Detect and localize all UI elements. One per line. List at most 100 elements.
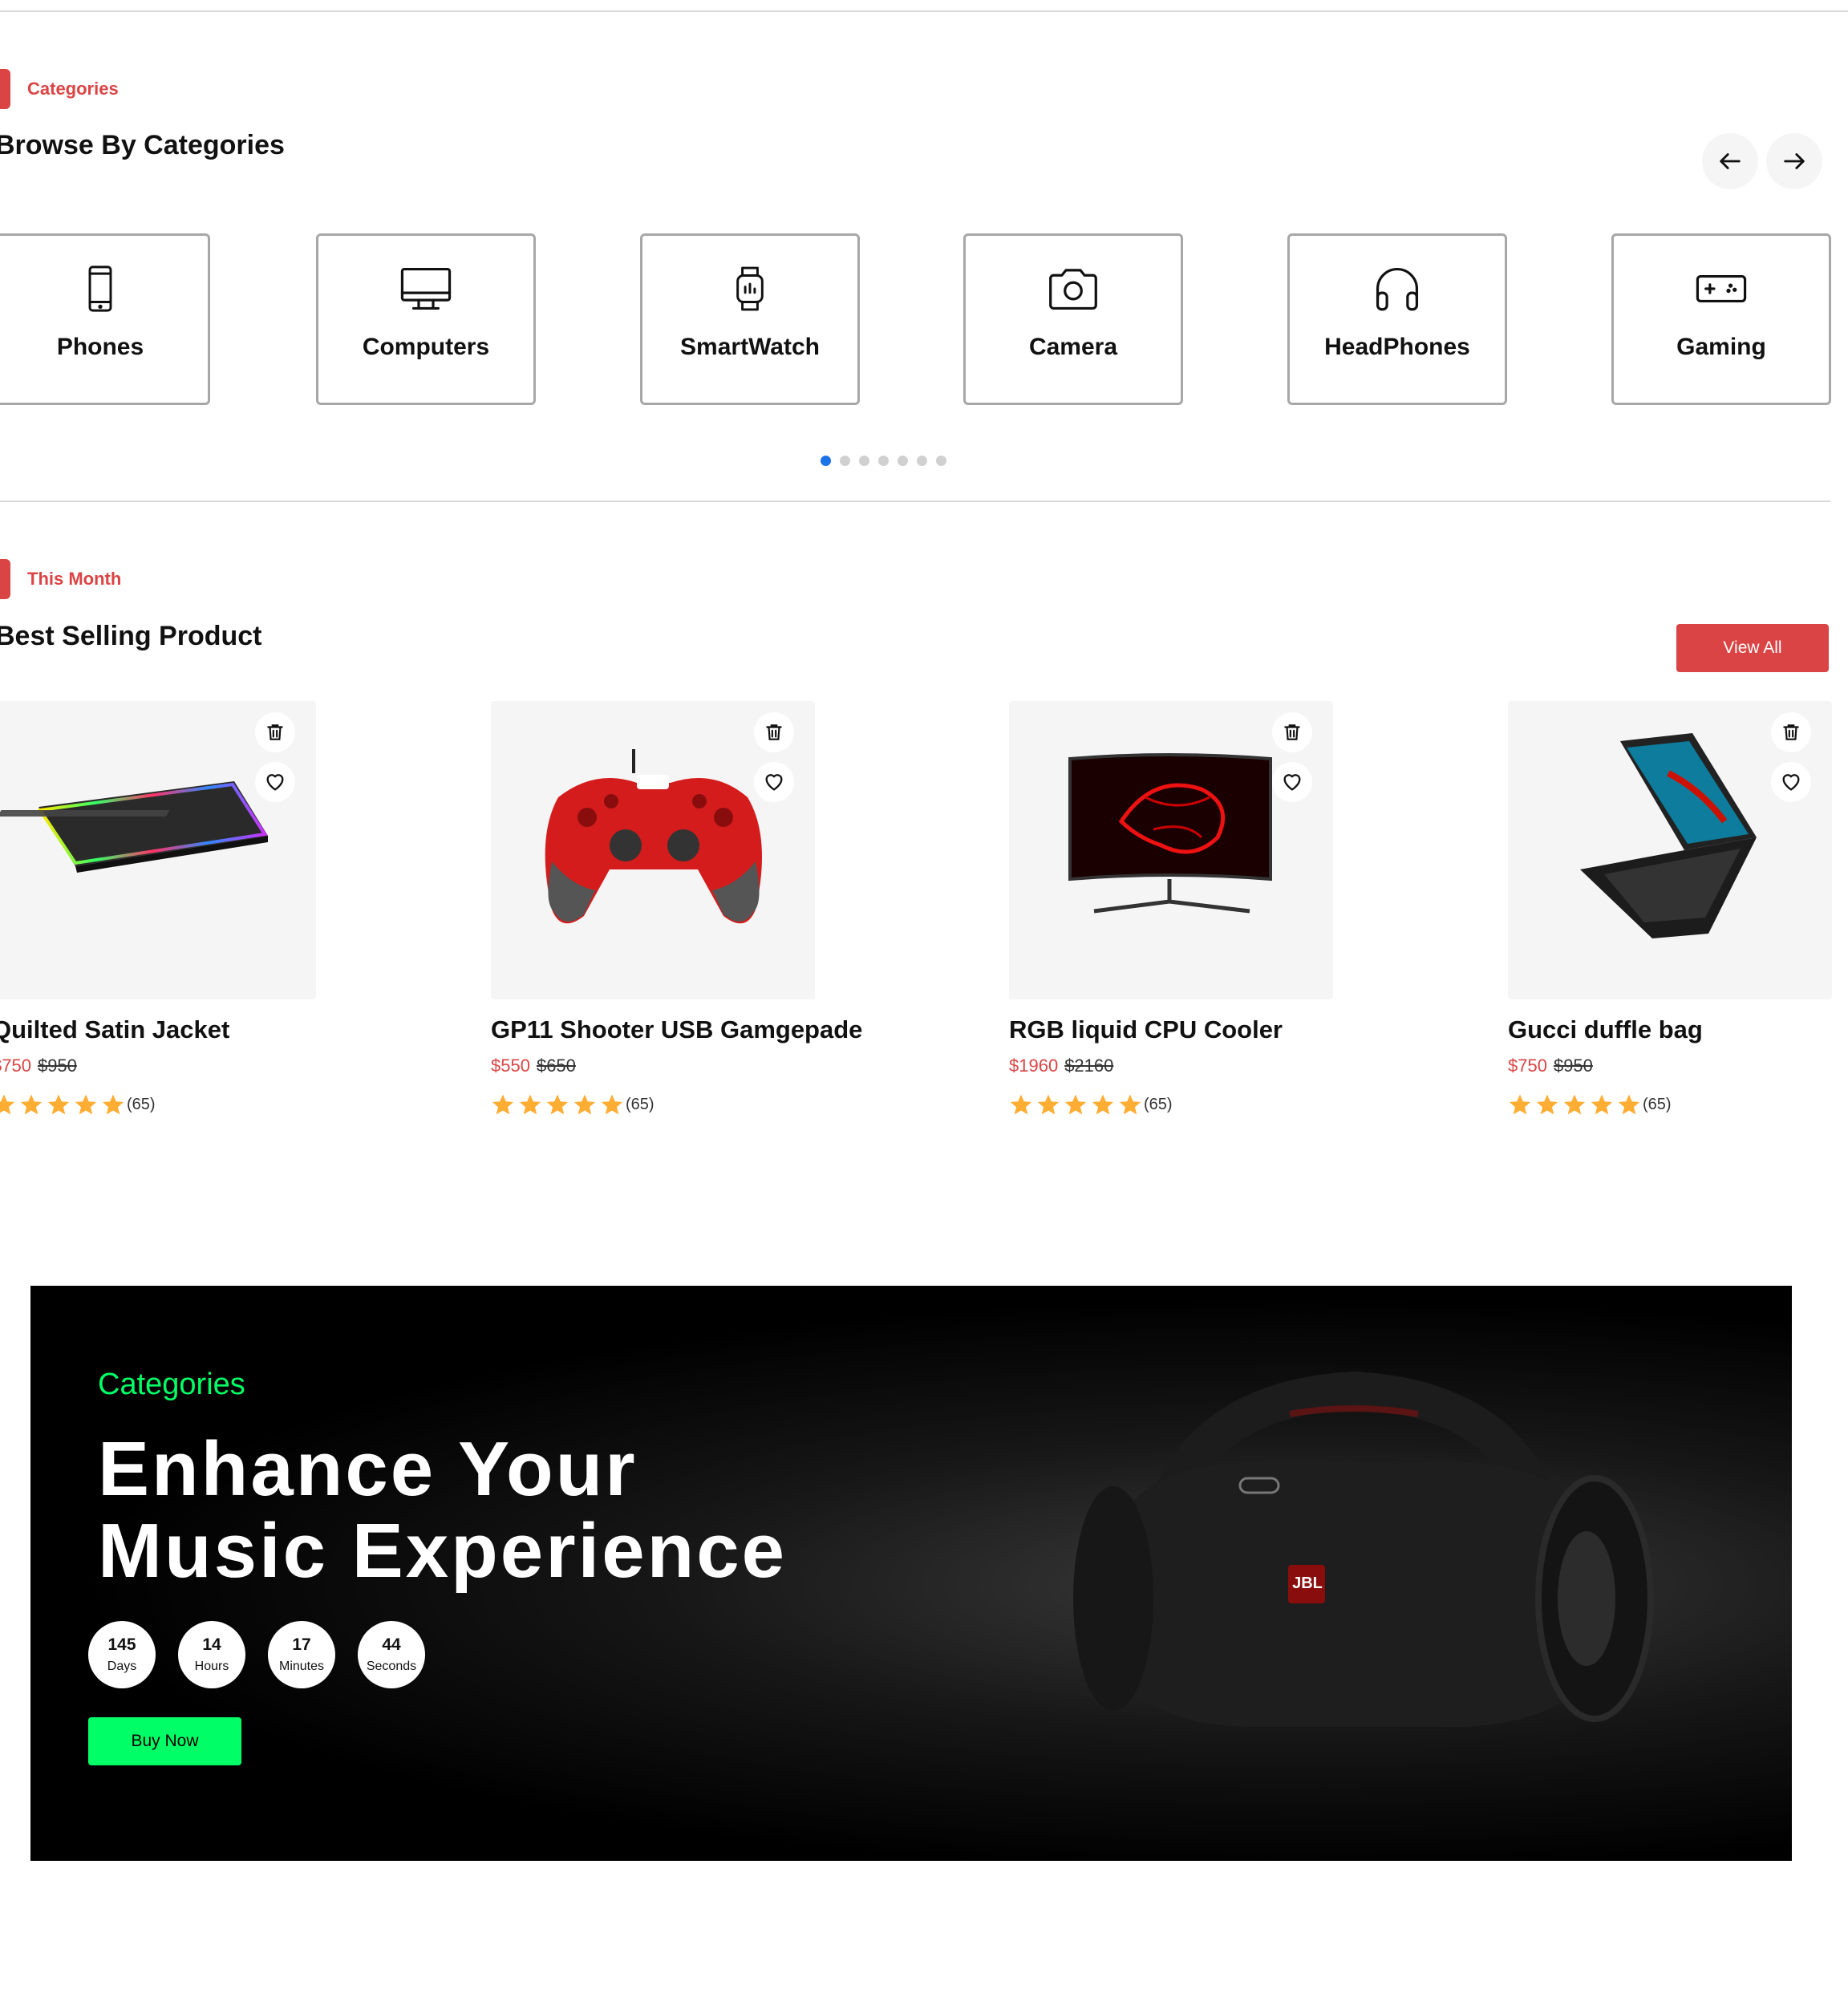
star-rating	[1508, 1092, 1641, 1116]
category-card-headphones[interactable]: HeadPhones	[1287, 233, 1507, 405]
countdown-hours: 14 Hours	[178, 1621, 245, 1688]
this-month-tag-bar	[0, 559, 10, 599]
wishlist-button[interactable]	[1272, 762, 1312, 802]
star-icon	[1037, 1094, 1060, 1115]
pagination-dot[interactable]	[917, 456, 927, 466]
pagination-dot[interactable]	[878, 456, 889, 466]
category-card-phones[interactable]: Phones	[0, 233, 210, 405]
categories-tag: Categories	[27, 79, 119, 99]
star-rating	[491, 1092, 624, 1116]
product-price: $750 $950	[0, 1056, 77, 1076]
wishlist-button[interactable]	[754, 762, 794, 802]
current-price: $750	[0, 1056, 31, 1076]
best-selling-title: Best Selling Product	[0, 621, 262, 651]
wishlist-button[interactable]	[255, 762, 295, 802]
categories-title: Browse By Categories	[0, 130, 285, 160]
trash-icon	[267, 724, 283, 740]
product-rating: (65)	[491, 1092, 654, 1116]
old-price: $2160	[1064, 1056, 1114, 1076]
delete-button[interactable]	[1272, 712, 1312, 752]
review-count: (65)	[1144, 1095, 1173, 1113]
countdown-value: 44	[382, 1635, 401, 1654]
product-price: $1960 $2160	[1009, 1056, 1113, 1076]
product-card[interactable]: Gucci duffle bag $750 $950 (65)	[1508, 701, 1832, 1115]
old-price: $950	[1553, 1056, 1593, 1076]
product-rating: (65)	[1508, 1092, 1672, 1116]
product-card[interactable]: RGB liquid CPU Cooler $1960 $2160 (65)	[1009, 701, 1333, 1115]
headphones-icon	[1376, 268, 1419, 311]
trash-icon	[1783, 724, 1799, 740]
category-card-smartwatch[interactable]: SmartWatch	[640, 233, 860, 405]
star-icon	[1064, 1094, 1087, 1115]
old-price: $950	[37, 1056, 77, 1076]
product-price: $550 $650	[491, 1056, 576, 1076]
section-divider	[0, 500, 1830, 502]
speaker-image	[1073, 1371, 1654, 1727]
delete-button[interactable]	[255, 712, 295, 752]
product-card[interactable]: GP11 Shooter USB Gamgepade $550 $650 (65)	[491, 701, 862, 1115]
banner-tag: Categories	[98, 1368, 245, 1401]
pagination-dot[interactable]	[898, 456, 908, 466]
view-all-button[interactable]: View All	[1676, 624, 1829, 672]
gamepad-icon	[1696, 274, 1747, 303]
pagination-dot[interactable]	[859, 456, 869, 466]
star-icon	[47, 1094, 70, 1115]
current-price: $1960	[1009, 1056, 1059, 1076]
delete-button[interactable]	[754, 712, 794, 752]
star-icon	[102, 1094, 124, 1115]
computer-icon	[400, 267, 452, 310]
next-arrow-button[interactable]	[1766, 133, 1822, 189]
buy-now-button[interactable]: Buy Now	[88, 1717, 241, 1765]
product-image-area	[1009, 701, 1333, 999]
pagination-dot[interactable]	[936, 456, 946, 466]
this-month-tag: This Month	[27, 569, 122, 589]
product-card[interactable]: Quilted Satin Jacket $750 $950 (65)	[0, 701, 316, 1115]
countdown-value: 14	[202, 1635, 221, 1654]
category-card-computers[interactable]: Computers	[316, 233, 536, 405]
wishlist-button[interactable]	[1771, 762, 1811, 802]
banner-headline-line: Enhance Your	[98, 1426, 638, 1512]
star-icon	[1618, 1094, 1640, 1115]
product-name: RGB liquid CPU Cooler	[1009, 1015, 1283, 1044]
pagination-dot[interactable]	[821, 456, 831, 466]
star-rating	[0, 1092, 125, 1116]
category-card-camera[interactable]: Camera	[963, 233, 1183, 405]
star-icon	[1536, 1094, 1558, 1115]
pagination-dot[interactable]	[840, 456, 850, 466]
current-price: $550	[491, 1056, 530, 1076]
review-count: (65)	[1643, 1095, 1672, 1113]
countdown-days: 145 Days	[88, 1621, 156, 1688]
star-icon	[20, 1094, 43, 1115]
star-icon	[601, 1094, 623, 1115]
countdown-value: 145	[107, 1635, 136, 1654]
banner-headline-line: Music Experience	[98, 1508, 788, 1594]
delete-button[interactable]	[1771, 712, 1811, 752]
prev-arrow-button[interactable]	[1702, 133, 1758, 189]
heart-icon	[765, 774, 783, 791]
product-rating: (65)	[1009, 1092, 1173, 1116]
countdown-label: Seconds	[366, 1660, 417, 1673]
product-image-area	[0, 701, 316, 999]
star-icon	[1119, 1094, 1141, 1115]
product-name: Gucci duffle bag	[1508, 1015, 1703, 1044]
category-label: HeadPhones	[1324, 334, 1470, 360]
category-card-gaming[interactable]: Gaming	[1611, 233, 1831, 405]
product-name: Quilted Satin Jacket	[0, 1015, 230, 1044]
trash-icon	[1284, 724, 1300, 740]
review-count: (65)	[127, 1095, 156, 1113]
star-icon	[1092, 1094, 1114, 1115]
countdown-timer: 145 Days 14 Hours 17 Minutes 44 Seconds	[88, 1621, 425, 1688]
countdown-label: Hours	[194, 1660, 229, 1673]
star-icon	[546, 1094, 569, 1115]
star-icon	[573, 1094, 596, 1115]
countdown-label: Days	[107, 1660, 137, 1673]
star-icon	[75, 1094, 97, 1115]
countdown-label: Minutes	[278, 1660, 325, 1673]
product-name: GP11 Shooter USB Gamgepade	[491, 1015, 863, 1044]
countdown-value: 17	[292, 1635, 311, 1654]
star-icon	[519, 1094, 541, 1115]
category-label: Phones	[56, 334, 144, 360]
banner-headline: Enhance Your Music Experience	[98, 1429, 787, 1592]
categories-tag-bar	[0, 69, 10, 109]
star-icon	[0, 1094, 15, 1115]
